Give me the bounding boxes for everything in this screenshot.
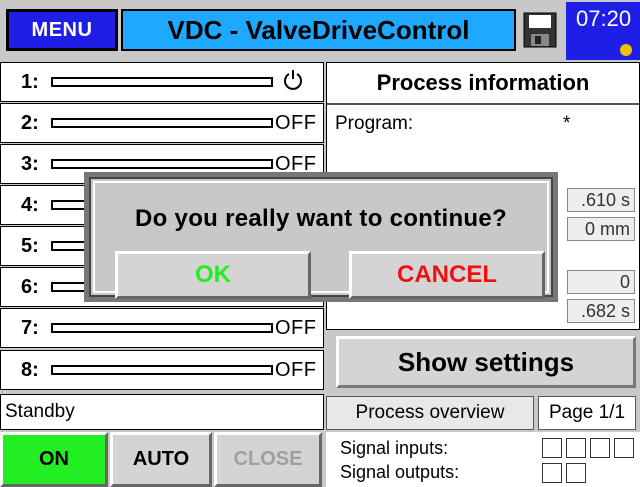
channel-state: OFF bbox=[275, 317, 317, 339]
save-icon[interactable] bbox=[523, 12, 557, 48]
signal-input-indicator bbox=[566, 438, 586, 458]
channel-position-bar bbox=[51, 323, 273, 333]
channel-position-bar bbox=[51, 77, 273, 87]
menu-button[interactable]: MENU bbox=[6, 9, 118, 51]
auto-button[interactable]: AUTO bbox=[110, 432, 212, 487]
channel-position-bar bbox=[51, 159, 273, 169]
dialog-message: Do you really want to continue? bbox=[135, 205, 507, 232]
channel-number: 6: bbox=[21, 276, 39, 298]
channel-number: 1: bbox=[21, 71, 39, 93]
clock-time: 07:20 bbox=[576, 6, 632, 31]
process-info-heading: Process information bbox=[327, 63, 639, 105]
cancel-button[interactable]: CANCEL bbox=[349, 251, 545, 299]
signal-outputs-label: Signal outputs: bbox=[340, 462, 460, 482]
channel-number: 5: bbox=[21, 235, 39, 257]
close-button[interactable]: CLOSE bbox=[214, 432, 322, 487]
process-value: .610 s bbox=[567, 188, 635, 212]
channel-number: 7: bbox=[21, 317, 39, 339]
program-label: Program: bbox=[335, 113, 414, 134]
channel-position-bar bbox=[51, 118, 273, 128]
channel-position-bar bbox=[51, 365, 273, 375]
clock: 07:20 bbox=[566, 2, 640, 60]
signal-inputs-label: Signal inputs: bbox=[340, 438, 449, 458]
channel-number: 4: bbox=[21, 194, 39, 216]
channel-number: 8: bbox=[21, 359, 39, 381]
channel-row-2[interactable]: 2: OFF bbox=[0, 103, 324, 143]
program-value: * bbox=[563, 113, 571, 134]
on-button[interactable]: ON bbox=[0, 432, 108, 487]
signals-panel: Signal inputs: Signal outputs: bbox=[326, 432, 640, 487]
channel-row-1[interactable]: 1: bbox=[0, 62, 324, 102]
power-icon bbox=[283, 69, 303, 91]
confirm-dialog: Do you really want to continue? OK CANCE… bbox=[84, 172, 558, 302]
signal-output-indicator bbox=[566, 463, 586, 483]
channel-number: 3: bbox=[21, 153, 39, 175]
signal-input-indicator bbox=[590, 438, 610, 458]
signal-output-indicator bbox=[542, 463, 562, 483]
status-dot-icon bbox=[620, 44, 632, 56]
ok-button[interactable]: OK bbox=[115, 251, 311, 299]
signal-input-indicator bbox=[614, 438, 634, 458]
process-value: .682 s bbox=[567, 299, 635, 323]
channel-state: OFF bbox=[275, 359, 317, 381]
dialog-frame: Do you really want to continue? OK CANCE… bbox=[93, 181, 549, 299]
process-value: 0 mm bbox=[567, 217, 635, 241]
app-title: VDC - ValveDriveControl bbox=[121, 9, 516, 51]
page-indicator[interactable]: Page 1/1 bbox=[538, 396, 636, 430]
channel-state: OFF bbox=[275, 112, 317, 134]
process-value: 0 bbox=[567, 270, 635, 294]
show-settings-button[interactable]: Show settings bbox=[336, 336, 636, 388]
channel-row-8[interactable]: 8: OFF bbox=[0, 350, 324, 390]
process-overview-tab[interactable]: Process overview bbox=[326, 396, 534, 430]
signal-input-indicator bbox=[542, 438, 562, 458]
channel-row-7[interactable]: 7: OFF bbox=[0, 308, 324, 348]
status-text: Standby bbox=[0, 394, 324, 430]
channel-number: 2: bbox=[21, 112, 39, 134]
